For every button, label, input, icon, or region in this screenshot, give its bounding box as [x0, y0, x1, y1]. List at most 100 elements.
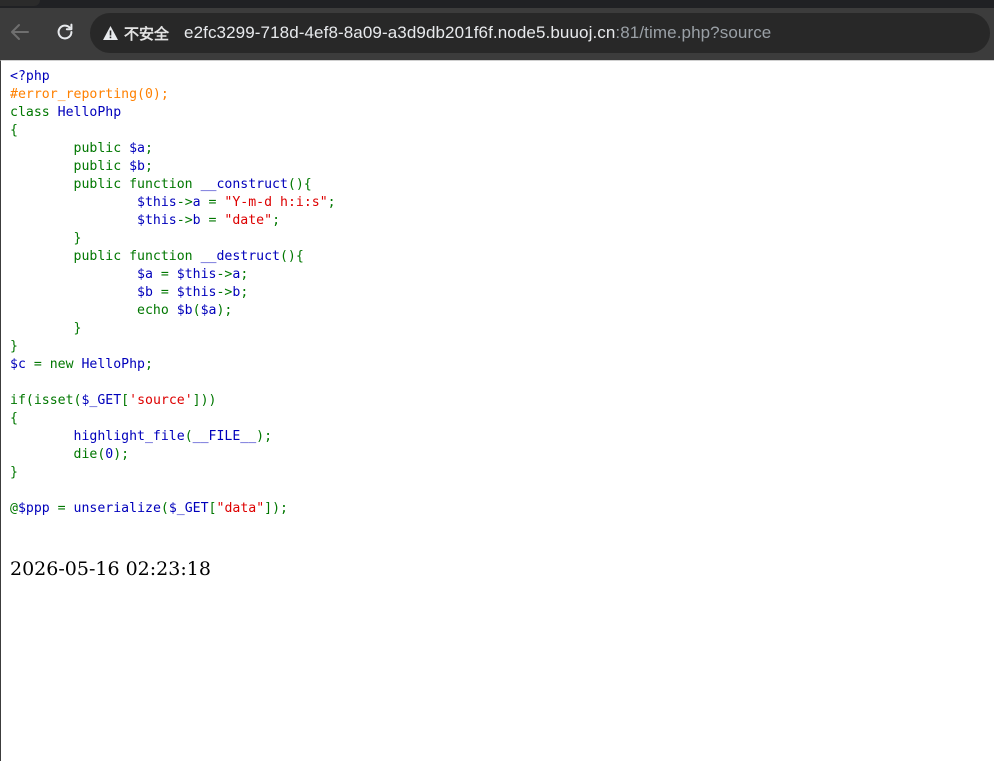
code-token: = — [57, 501, 74, 516]
code-line: $this->a = "Y-m-d h:i:s"; — [10, 195, 336, 210]
code-token: = — [208, 195, 225, 210]
code-token: HelloPhp — [57, 105, 122, 120]
code-token: ( — [184, 429, 193, 444]
tab-strip — [0, 0, 994, 8]
code-line: $this->b = "date"; — [10, 213, 280, 228]
code-token: highlight_file — [73, 429, 185, 444]
code-token: public — [10, 159, 130, 174]
code-token: __construct — [200, 177, 288, 192]
code-token: $b — [176, 303, 193, 318]
code-token: ; — [145, 357, 153, 372]
code-token: ( — [192, 303, 201, 318]
code-token: class — [10, 105, 58, 120]
code-token: b — [192, 213, 209, 228]
code-line: $b = $this->b; — [10, 285, 248, 300]
code-token: unserialize — [73, 501, 161, 516]
code-token: $a — [129, 141, 145, 156]
code-token: a — [192, 195, 209, 210]
code-token: "Y-m-d h:i:s" — [224, 195, 328, 210]
browser-toolbar: 不安全 e2fc3299-718d-4ef8-8a09-a3d9db201f6f… — [0, 0, 994, 60]
code-token: = new — [33, 357, 82, 372]
code-line: public $b; — [10, 159, 153, 174]
warning-triangle-icon — [102, 26, 118, 40]
code-token: $b — [137, 285, 161, 300]
url-path: :81/time.php?source — [615, 23, 772, 42]
url-host: e2fc3299-718d-4ef8-8a09-a3d9db201f6f.nod… — [184, 23, 616, 42]
code-token: $this — [176, 267, 217, 282]
code-line: #error_reporting(0); — [10, 87, 169, 102]
php-source-code: <?php #error_reporting(0); class HelloPh… — [10, 68, 336, 518]
code-line: public function __destruct(){ — [10, 249, 304, 264]
code-token: $a — [200, 303, 217, 318]
security-indicator[interactable] — [101, 24, 119, 42]
code-line: } — [10, 231, 82, 246]
code-token: -> — [216, 285, 233, 300]
code-token: ; — [240, 285, 249, 300]
code-token: echo — [10, 303, 177, 318]
code-token: = — [160, 267, 177, 282]
code-token: $b — [129, 159, 145, 174]
code-line: echo $b($a); — [10, 303, 232, 318]
code-token: ); — [113, 447, 130, 462]
code-token: ; — [272, 213, 281, 228]
url-text[interactable]: e2fc3299-718d-4ef8-8a09-a3d9db201f6f.nod… — [184, 23, 771, 43]
code-token: $this — [137, 213, 177, 228]
code-line: } — [10, 465, 18, 480]
code-line: { — [10, 123, 18, 138]
code-token: public — [10, 141, 130, 156]
code-token: ); — [216, 303, 233, 318]
code-line: public $a; — [10, 141, 153, 156]
code-line: class HelloPhp — [10, 105, 121, 120]
code-line: <?php — [10, 69, 50, 84]
tab[interactable] — [0, 0, 40, 6]
code-token: ]); — [264, 501, 288, 516]
code-token: @ — [10, 501, 18, 516]
code-token: $c — [10, 357, 34, 372]
code-token: -> — [176, 195, 193, 210]
code-token: ; — [144, 159, 153, 174]
code-line: die(0); — [10, 447, 130, 462]
date-output: 2026-05-16 02:23:18 — [10, 558, 211, 580]
code-token: -> — [216, 267, 233, 282]
reload-button[interactable] — [50, 17, 80, 47]
code-line: } — [10, 321, 82, 336]
code-token: "data" — [216, 501, 265, 516]
reload-icon — [57, 23, 73, 40]
code-token: [ — [208, 501, 217, 516]
code-line: @$ppp = unserialize($_GET["data"]); — [10, 501, 288, 516]
code-token: #error_reporting(0); — [10, 87, 169, 102]
code-token: HelloPhp — [81, 357, 145, 372]
code-line: $c = new HelloPhp; — [10, 357, 153, 372]
code-line: highlight_file(__FILE__); — [10, 429, 273, 444]
code-token: ])) — [192, 393, 217, 408]
code-token: } — [10, 339, 18, 354]
code-token: $a — [137, 267, 161, 282]
code-token: 'source' — [129, 393, 193, 408]
code-token: { — [10, 123, 18, 138]
code-line: } — [10, 339, 18, 354]
code-token: public function — [10, 177, 201, 192]
address-bar[interactable]: 不安全 e2fc3299-718d-4ef8-8a09-a3d9db201f6f… — [90, 13, 990, 53]
code-token: __destruct — [200, 249, 280, 264]
code-token: = — [160, 285, 177, 300]
code-line: public function __construct(){ — [10, 177, 312, 192]
code-token: { — [10, 411, 18, 426]
security-label[interactable]: 不安全 — [124, 23, 169, 44]
code-token: $this — [176, 285, 217, 300]
code-line: { — [10, 411, 18, 426]
code-token: ( — [160, 501, 169, 516]
code-token: ; — [327, 195, 336, 210]
code-token: (){ — [279, 249, 304, 264]
code-token: $this — [137, 195, 177, 210]
code-token: __FILE__ — [192, 429, 257, 444]
code-token: ); — [256, 429, 273, 444]
back-button[interactable] — [5, 17, 35, 47]
code-token: $_GET — [81, 393, 122, 408]
code-token: -> — [176, 213, 193, 228]
code-token: } — [10, 231, 82, 246]
code-token: [ — [121, 393, 130, 408]
